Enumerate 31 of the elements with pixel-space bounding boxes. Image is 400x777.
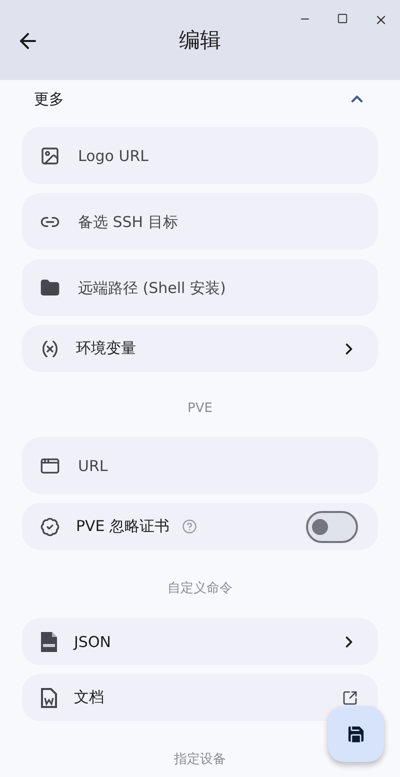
input-field[interactable]: Logo URL <box>22 127 378 184</box>
input-text[interactable]: URL <box>76 456 358 476</box>
variable-icon <box>40 338 60 358</box>
input-text[interactable]: 备选 SSH 目标 <box>76 212 358 232</box>
save-button[interactable] <box>328 706 384 762</box>
input-field[interactable]: URL <box>22 437 378 494</box>
section-heading: 自定义命令 <box>168 580 232 598</box>
maximize-icon <box>337 13 348 24</box>
close-button[interactable] <box>374 13 388 27</box>
input-text[interactable]: Logo URL <box>76 146 358 166</box>
input-field[interactable]: 备选 SSH 目标 <box>22 193 378 250</box>
external-link-icon <box>342 690 358 706</box>
section-heading: PVE <box>188 400 212 418</box>
list-item[interactable]: JSON <box>22 618 378 665</box>
input-field[interactable]: 远端路径 (Shell 安装) <box>22 259 378 316</box>
list-item[interactable]: 环境变量 <box>22 325 378 372</box>
json-file-icon <box>40 632 58 652</box>
toggle-switch[interactable] <box>306 510 358 542</box>
badge-check-icon <box>40 516 60 536</box>
section-header[interactable]: 更多 <box>22 80 378 118</box>
input-text[interactable]: 远端路径 (Shell 安装) <box>76 278 358 298</box>
section-heading: 指定设备 <box>174 751 226 769</box>
window-title: 编辑 <box>179 27 221 54</box>
image-icon <box>40 146 60 166</box>
document-icon <box>40 688 58 708</box>
save-icon <box>345 723 367 745</box>
toggle-label: PVE 忽略证书 <box>76 517 170 536</box>
close-icon <box>374 13 388 27</box>
list-item[interactable]: 文档 <box>22 674 378 721</box>
window-icon <box>40 456 60 476</box>
folder-icon <box>40 278 60 298</box>
